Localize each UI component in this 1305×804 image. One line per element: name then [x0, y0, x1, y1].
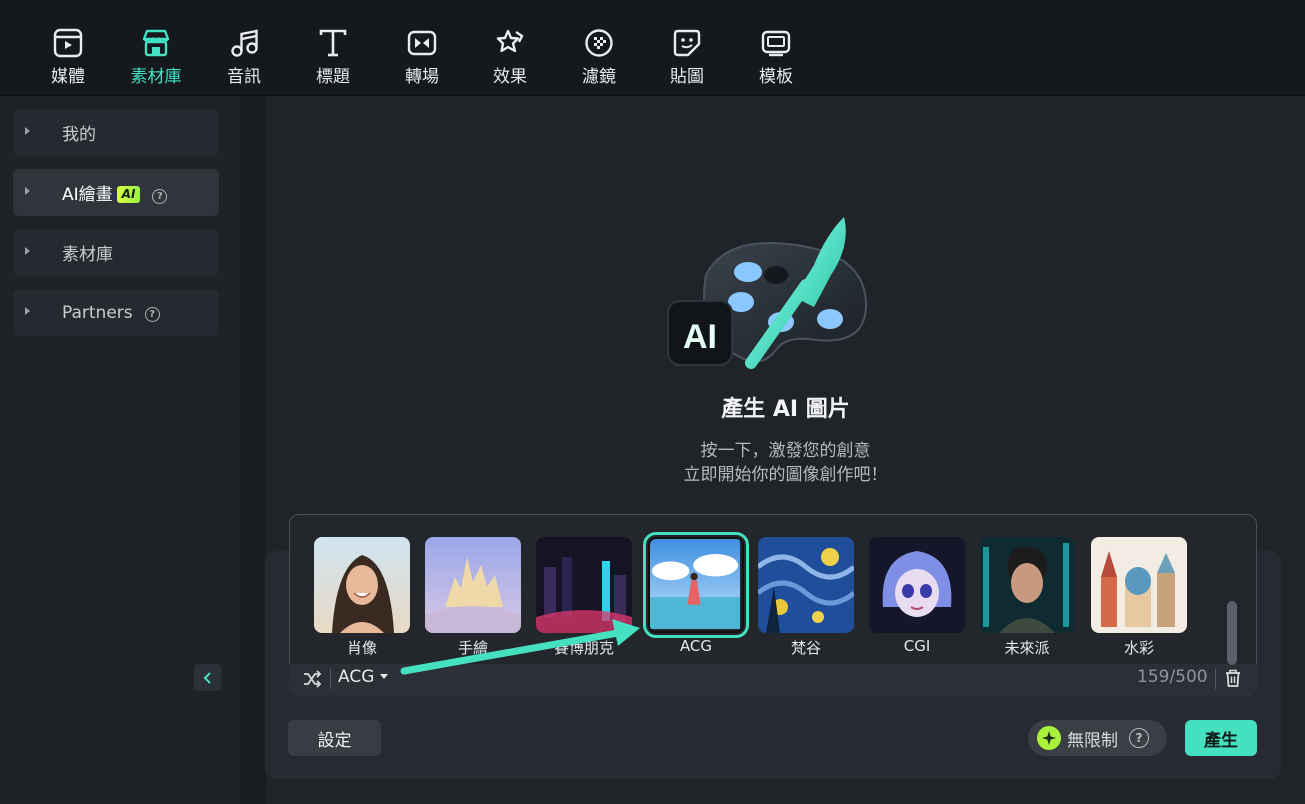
char-counter: 159/500 [1137, 667, 1208, 687]
shuffle-icon[interactable] [302, 669, 322, 689]
tab-templates-label: 模板 [759, 67, 793, 87]
style-thumbnail [869, 537, 965, 633]
tab-stock-library-label: 素材庫 [130, 67, 182, 87]
sticker-icon [670, 26, 704, 60]
style-card-cyberpunk[interactable]: 賽博朋克 [536, 537, 632, 658]
style-thumbnail [758, 537, 854, 633]
chevron-left-icon [203, 671, 211, 684]
style-dropdown-value: ACG [338, 667, 375, 687]
ai-badge: AI [116, 186, 141, 203]
style-thumbnail [979, 537, 1075, 633]
transition-icon [405, 26, 439, 60]
tab-audio[interactable]: 音訊 [212, 26, 276, 88]
style-card-cgi[interactable]: CGI [869, 537, 965, 655]
tab-media-label: 媒體 [51, 67, 85, 87]
style-label: 梵谷 [790, 639, 821, 657]
tab-stickers[interactable]: 貼圖 [655, 26, 719, 88]
collapse-sidebar-button[interactable] [194, 664, 221, 691]
store-icon [139, 26, 173, 60]
caret-right-icon [25, 127, 30, 135]
filter-icon [582, 26, 616, 60]
tab-transitions-label: 轉場 [405, 67, 439, 87]
divider [1215, 669, 1216, 689]
tab-templates[interactable]: 模板 [744, 26, 808, 88]
text-t-icon [316, 26, 350, 60]
ai-illustration-text: AI [683, 318, 717, 356]
hero-subtitle-line2: 立即開始你的圖像創作吧！ [683, 465, 888, 485]
sidebar-item-label: 我的 [62, 125, 96, 145]
sidebar-item-mine[interactable]: 我的 [13, 109, 219, 156]
sparkle-icon [1037, 726, 1061, 750]
caret-right-icon [25, 307, 30, 315]
sidebar-item-label: Partners [62, 302, 133, 323]
generate-button[interactable]: 產生 [1185, 720, 1257, 756]
sidebar-item-stock[interactable]: 素材庫 [13, 229, 219, 276]
caret-right-icon [25, 187, 30, 195]
style-card-portrait[interactable]: 肖像 [314, 537, 410, 658]
sidebar-item-ai-drawing[interactable]: AI繪畫 AI? [13, 169, 219, 216]
media-icon [51, 26, 85, 60]
top-toolbar: 媒體 素材庫 音訊 標題 轉場 效果 濾鏡 貼圖 模板 [0, 0, 1305, 96]
prompt-bar [289, 664, 1257, 696]
caret-down-icon [380, 674, 389, 679]
tab-audio-label: 音訊 [227, 67, 261, 87]
style-thumbnail [1091, 537, 1187, 633]
style-label: 未來派 [1004, 639, 1050, 657]
tab-titles[interactable]: 標題 [301, 26, 365, 88]
divider [330, 669, 331, 689]
style-label: 賽博朋克 [553, 639, 614, 657]
style-thumbnail [314, 537, 410, 633]
tab-titles-label: 標題 [316, 67, 350, 87]
style-dropdown[interactable]: ACG [338, 667, 389, 687]
style-list-scrollbar[interactable] [1227, 601, 1237, 665]
trash-icon[interactable] [1224, 668, 1242, 688]
settings-button[interactable]: 設定 [288, 720, 381, 756]
tab-filters[interactable]: 濾鏡 [567, 26, 631, 88]
ai-palette-illustration: AI [667, 217, 868, 369]
sidebar-item-partners[interactable]: Partners? [13, 289, 219, 336]
style-label: 水彩 [1123, 639, 1154, 657]
template-icon [759, 26, 793, 60]
style-label: ACG [679, 637, 713, 655]
sidebar-gutter [240, 97, 266, 804]
style-card-watercolor[interactable]: 水彩 [1091, 537, 1187, 658]
style-label: 手繪 [457, 639, 488, 657]
effects-star-icon [493, 26, 527, 60]
style-label: CGI [903, 637, 931, 655]
style-card-acg[interactable]: ACG [643, 532, 749, 655]
style-thumbnail [425, 537, 521, 633]
help-icon[interactable]: ? [152, 189, 168, 204]
sidebar-item-label: AI繪畫 [62, 185, 113, 205]
style-thumbnail [536, 537, 632, 633]
hero-subtitle-line1: 按一下，激發您的創意 [700, 441, 871, 461]
hero-title: 產生 AI 圖片 [721, 397, 850, 422]
help-icon[interactable]: ? [144, 306, 160, 322]
tab-stickers-label: 貼圖 [670, 67, 704, 87]
sidebar-item-label: 素材庫 [62, 245, 113, 265]
style-card-futurism[interactable]: 未來派 [979, 537, 1075, 658]
style-card-van-gogh[interactable]: 梵谷 [758, 537, 854, 658]
unlimited-credits-button[interactable]: 無限制 ? [1028, 720, 1167, 756]
tab-filters-label: 濾鏡 [582, 67, 616, 87]
music-note-icon [227, 26, 261, 60]
tab-transitions[interactable]: 轉場 [390, 26, 454, 88]
style-thumbnail [643, 532, 749, 638]
tab-stock-library[interactable]: 素材庫 [124, 26, 188, 88]
tab-media[interactable]: 媒體 [36, 26, 100, 88]
unlimited-label: 無限制 [1067, 730, 1118, 751]
style-card-hand-drawn[interactable]: 手繪 [425, 537, 521, 658]
tab-effects[interactable]: 效果 [478, 26, 542, 88]
help-icon[interactable]: ? [1129, 728, 1149, 748]
style-label: 肖像 [346, 639, 377, 657]
tab-effects-label: 效果 [493, 67, 527, 87]
caret-right-icon [25, 247, 30, 255]
